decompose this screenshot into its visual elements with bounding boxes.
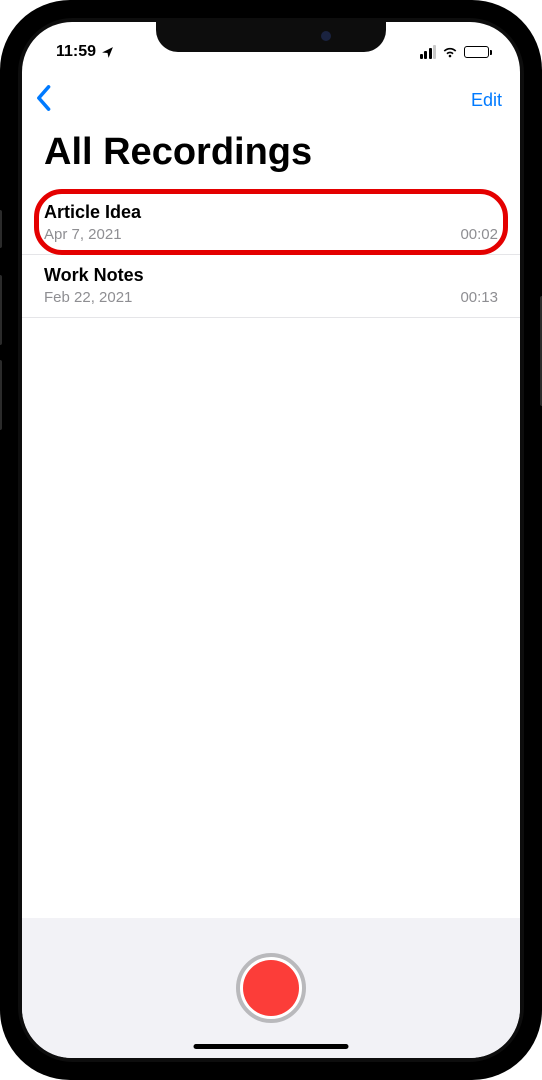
device-volume-down [0, 360, 2, 430]
wifi-icon [441, 45, 459, 59]
page-title: All Recordings [22, 125, 520, 192]
location-icon [101, 46, 114, 59]
status-time: 11:59 [56, 43, 96, 61]
recording-date: Feb 22, 2021 [44, 289, 132, 306]
record-icon [243, 960, 299, 1016]
home-indicator[interactable] [194, 1044, 349, 1049]
edit-button[interactable]: Edit [471, 90, 502, 111]
device-frame: 11:59 [0, 0, 542, 1080]
device-volume-up [0, 275, 2, 345]
device-mute-switch [0, 210, 2, 248]
record-button[interactable] [236, 953, 306, 1023]
back-button[interactable] [34, 84, 52, 117]
recording-duration: 00:02 [460, 226, 498, 243]
recording-title: Work Notes [44, 265, 498, 286]
nav-bar: Edit [22, 68, 520, 125]
recording-row[interactable]: Work Notes Feb 22, 2021 00:13 [22, 255, 520, 318]
recording-duration: 00:13 [460, 289, 498, 306]
bottom-toolbar [22, 918, 520, 1058]
screen: 11:59 [22, 22, 520, 1058]
cellular-signal-icon [420, 45, 437, 59]
recording-title: Article Idea [44, 202, 498, 223]
battery-icon [464, 46, 492, 58]
recording-date: Apr 7, 2021 [44, 226, 122, 243]
recordings-list: Article Idea Apr 7, 2021 00:02 Work Note… [22, 192, 520, 918]
device-notch [156, 18, 386, 52]
recording-row[interactable]: Article Idea Apr 7, 2021 00:02 [22, 192, 520, 255]
